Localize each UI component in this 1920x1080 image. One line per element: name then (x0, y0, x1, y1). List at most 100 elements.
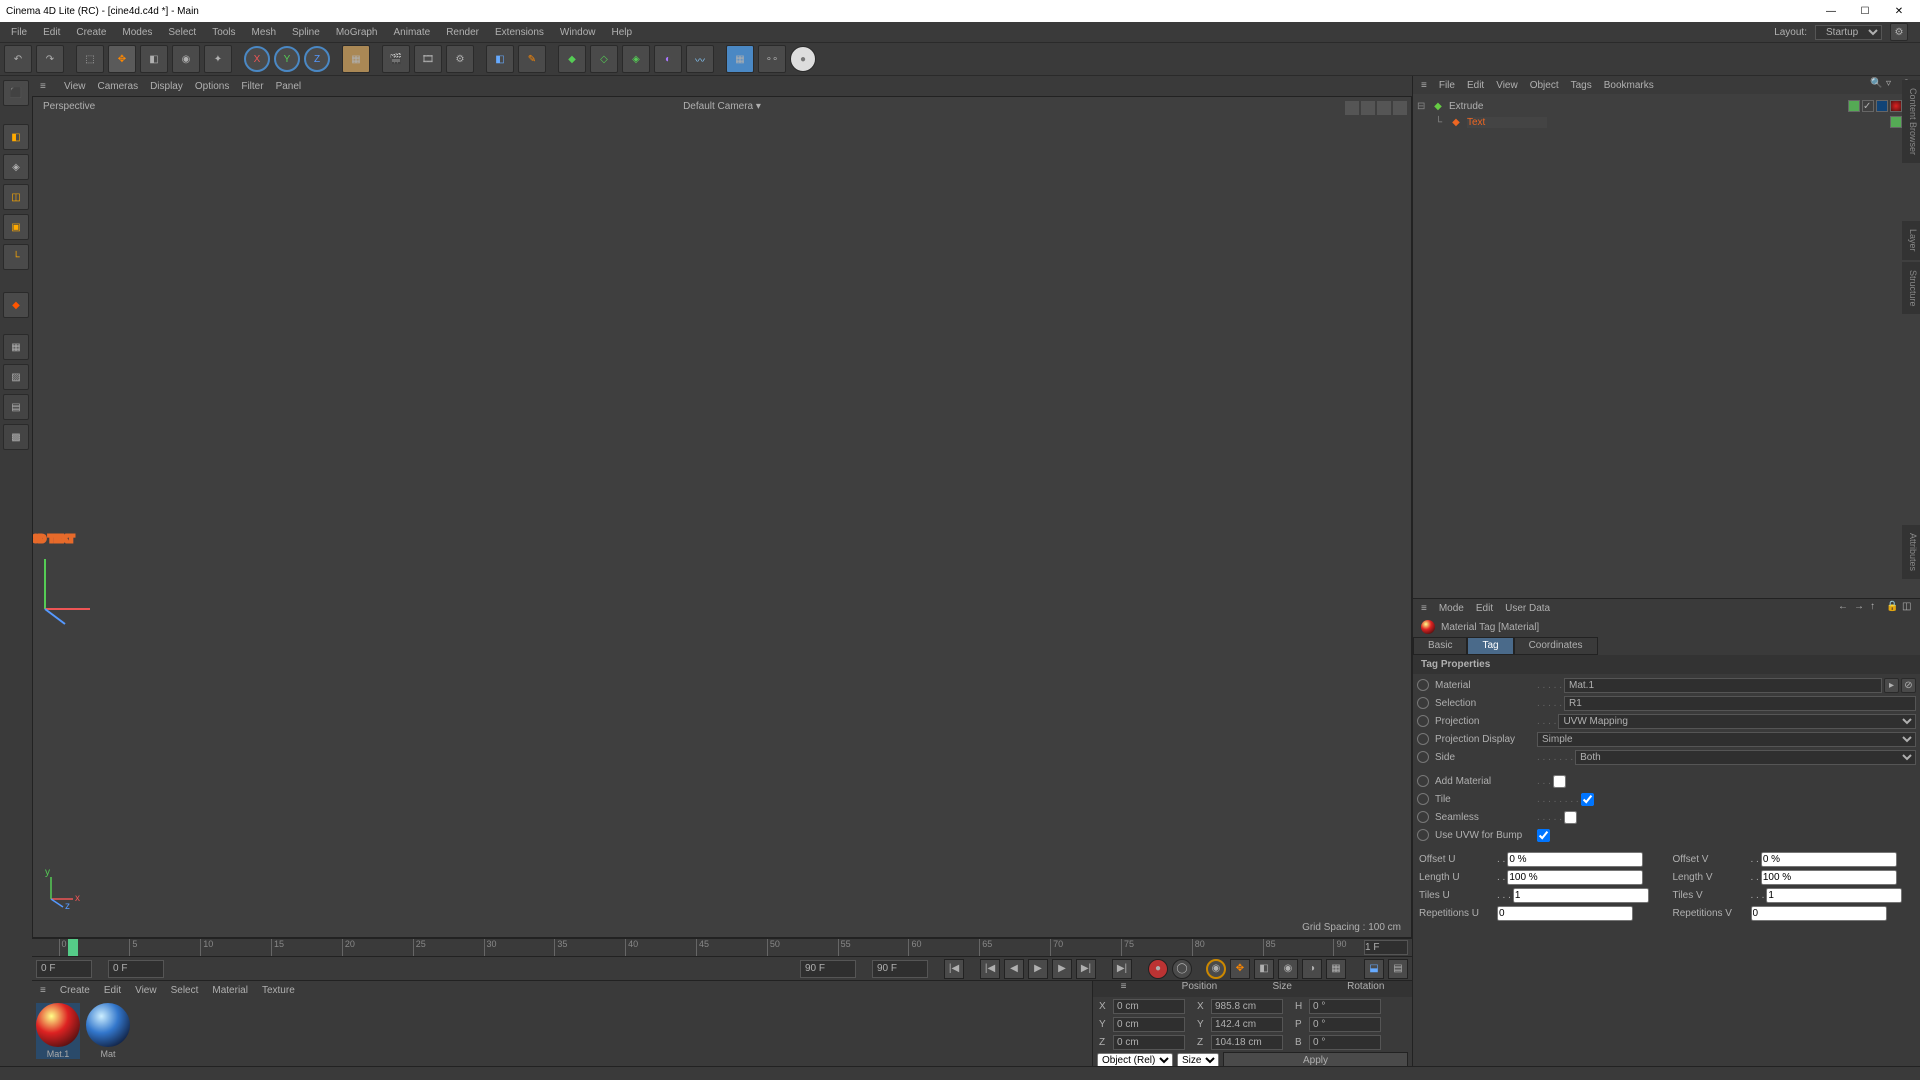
generator-1[interactable]: ◆ (558, 45, 586, 73)
viewport-nav-1[interactable] (1345, 101, 1359, 115)
axis-y-toggle[interactable]: Y (274, 46, 300, 72)
menu-help[interactable]: Help (605, 25, 640, 40)
render-settings-button[interactable]: ⚙ (446, 45, 474, 73)
projection-select[interactable]: UVW Mapping (1558, 714, 1916, 729)
mat-view-menu[interactable]: View (135, 985, 157, 996)
obj-tags-menu[interactable]: Tags (1571, 80, 1592, 91)
key-rot-button[interactable]: ◉ (1278, 959, 1298, 979)
length-u-field[interactable] (1507, 870, 1643, 885)
obj-search-icon[interactable]: 🔍 (1870, 78, 1884, 92)
attr-mode-menu[interactable]: Mode (1439, 603, 1464, 614)
menu-extensions[interactable]: Extensions (488, 25, 551, 40)
obj-row-text[interactable]: └◆Text✓ (1417, 114, 1916, 130)
visibility-tag[interactable] (1848, 100, 1860, 112)
menu-window[interactable]: Window (553, 25, 603, 40)
key-pos-button[interactable]: ✥ (1230, 959, 1250, 979)
rot-B[interactable] (1309, 1035, 1381, 1050)
rot-H[interactable] (1309, 999, 1381, 1014)
attr-userdata-menu[interactable]: User Data (1505, 603, 1550, 614)
menu-edit[interactable]: Edit (36, 25, 67, 40)
menu-file[interactable]: File (4, 25, 34, 40)
key-scale-button[interactable]: ◧ (1254, 959, 1274, 979)
range-end[interactable] (872, 960, 928, 978)
cineware-button[interactable]: ⬓ (1364, 959, 1384, 979)
undo-button[interactable]: ↶ (4, 45, 32, 73)
attr-tab-basic[interactable]: Basic (1413, 637, 1467, 655)
enable-axis[interactable]: ◆ (3, 292, 29, 318)
key-pla-button[interactable]: ▦ (1326, 959, 1346, 979)
offset-v-field[interactable] (1761, 852, 1897, 867)
viewport-nav-4[interactable] (1393, 101, 1407, 115)
snap-4[interactable]: ▩ (3, 424, 29, 450)
side-select[interactable]: Both (1575, 750, 1916, 765)
uvw-bump-checkbox[interactable] (1537, 829, 1550, 842)
rotate-tool[interactable]: ◉ (172, 45, 200, 73)
offset-u-field[interactable] (1507, 852, 1643, 867)
display-menu[interactable]: Display (150, 81, 183, 92)
size-Y[interactable] (1211, 1017, 1283, 1032)
record-button[interactable]: ● (1148, 959, 1168, 979)
obj-object-menu[interactable]: Object (1530, 80, 1559, 91)
timeline-settings-button[interactable]: ▤ (1388, 959, 1408, 979)
side-tab-layer[interactable]: Layer (1902, 221, 1920, 260)
redo-button[interactable]: ↷ (36, 45, 64, 73)
scale-tool[interactable]: ◧ (140, 45, 168, 73)
menu-tools[interactable]: Tools (205, 25, 242, 40)
autokey-button[interactable]: ◯ (1172, 959, 1192, 979)
size-Z[interactable] (1211, 1035, 1283, 1050)
generator-3[interactable]: ◈ (622, 45, 650, 73)
mat-material-menu[interactable]: Material (212, 985, 248, 996)
attr-back-icon[interactable]: ← (1838, 601, 1852, 615)
axis-z-toggle[interactable]: Z (304, 46, 330, 72)
length-v-field[interactable] (1761, 870, 1897, 885)
obj-file-menu[interactable]: File (1439, 80, 1455, 91)
mat-select-menu[interactable]: Select (171, 985, 199, 996)
next-key-button[interactable]: ▶| (1076, 959, 1096, 979)
workplane-mode[interactable]: ◈ (3, 154, 29, 180)
material-slot-Mat[interactable]: Mat (86, 1003, 130, 1059)
proj-display-select[interactable]: Simple (1537, 732, 1916, 747)
pos-Z[interactable] (1113, 1035, 1185, 1050)
goto-end-button[interactable]: ▶| (1112, 959, 1132, 979)
viewport-nav-2[interactable] (1361, 101, 1375, 115)
snap-2[interactable]: ▨ (3, 364, 29, 390)
tile-checkbox[interactable] (1581, 793, 1594, 806)
close-button[interactable]: ✕ (1884, 2, 1914, 20)
menu-render[interactable]: Render (439, 25, 486, 40)
texture-mode[interactable]: ◧ (3, 124, 29, 150)
material-pick-icon[interactable]: ▸ (1884, 678, 1899, 693)
primitive-cube-button[interactable]: ◧ (486, 45, 514, 73)
size-X[interactable] (1211, 999, 1283, 1014)
material-tag-icon[interactable] (1890, 100, 1902, 112)
obj-row-extrude[interactable]: ⊟◆Extrude✓ (1417, 98, 1916, 114)
keyframe-sel-button[interactable]: ◉ (1206, 959, 1226, 979)
menu-spline[interactable]: Spline (285, 25, 327, 40)
obj-view-menu[interactable]: View (1496, 80, 1518, 91)
menu-mesh[interactable]: Mesh (245, 25, 283, 40)
layout-select[interactable]: Startup (1815, 25, 1882, 40)
menu-create[interactable]: Create (69, 25, 113, 40)
menu-animate[interactable]: Animate (387, 25, 438, 40)
timeline-rate[interactable] (1364, 940, 1408, 955)
minimize-button[interactable]: — (1816, 2, 1846, 20)
floor-button[interactable]: ▦ (726, 45, 754, 73)
null-button[interactable]: ∘∘ (758, 45, 786, 73)
deformer-button[interactable]: ◐ (654, 45, 682, 73)
layout-settings-icon[interactable]: ⚙ (1890, 23, 1908, 41)
options-menu[interactable]: Options (195, 81, 229, 92)
axis-x-toggle[interactable]: X (244, 46, 270, 72)
object-tree[interactable]: ⊟◆Extrude✓└◆Text✓ (1413, 94, 1920, 598)
tiles-v-field[interactable] (1766, 888, 1902, 903)
cur-end[interactable] (800, 960, 856, 978)
side-tab-content-browser[interactable]: Content Browser (1902, 80, 1920, 163)
key-param-button[interactable]: ◑ (1302, 959, 1322, 979)
goto-start-button[interactable]: |◀ (944, 959, 964, 979)
viewport-nav-3[interactable] (1377, 101, 1391, 115)
attr-tab-tag[interactable]: Tag (1467, 637, 1513, 655)
obj-filter-icon[interactable]: ▿ (1886, 78, 1900, 92)
maximize-button[interactable]: ☐ (1850, 2, 1880, 20)
render-picture-button[interactable]: 🎬 (382, 45, 410, 73)
pos-X[interactable] (1113, 999, 1185, 1014)
add-material-checkbox[interactable] (1553, 775, 1566, 788)
render-tag[interactable]: ✓ (1862, 100, 1874, 112)
